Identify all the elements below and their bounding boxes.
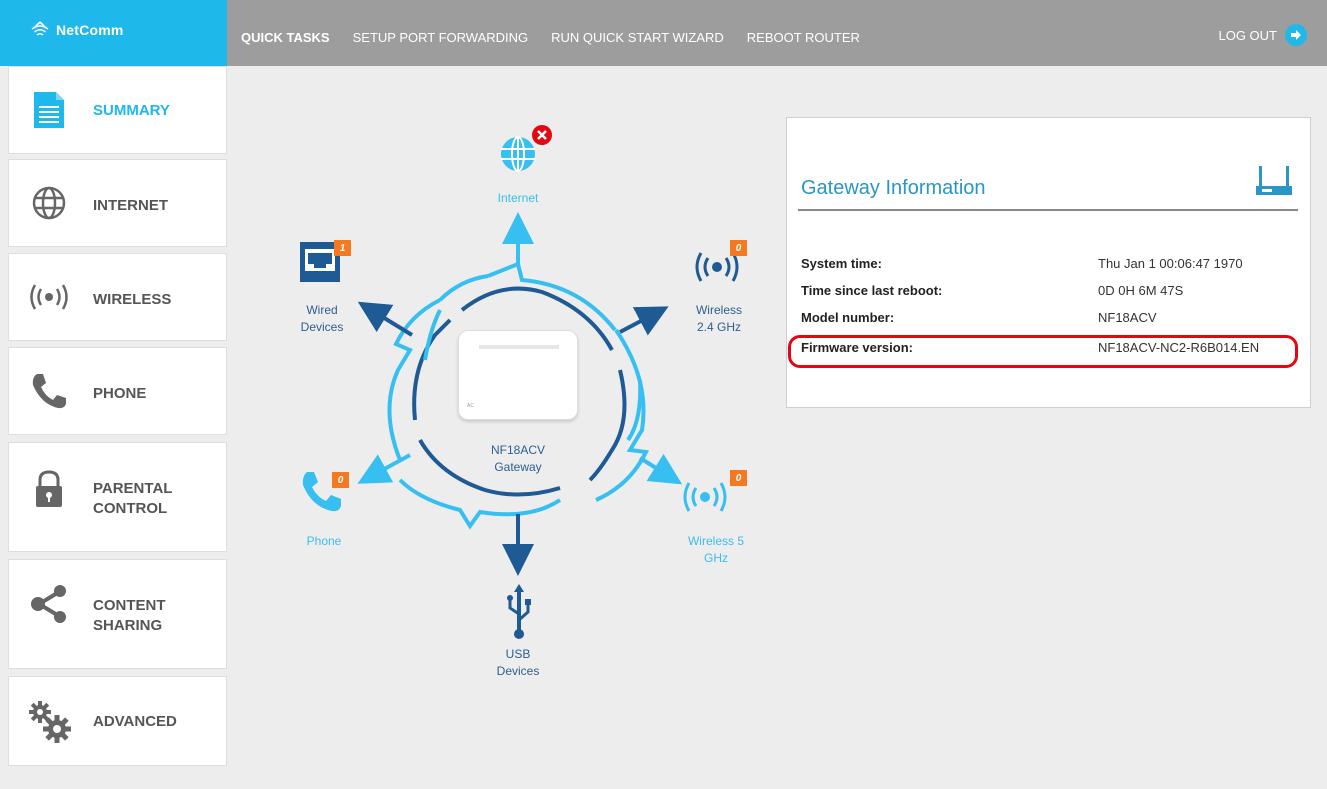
gears-icon — [25, 697, 73, 745]
wired-devices-label: Wired Devices — [300, 303, 344, 334]
sidebar-item-label: INTERNET — [93, 197, 168, 214]
phone-count-badge: 0 — [332, 472, 349, 488]
internet-label: Internet — [497, 191, 539, 205]
sidebar-item-label: SUMMARY — [93, 102, 170, 119]
logout-label: LOG OUT — [1218, 27, 1277, 43]
top-bar: NetComm QUICK TASKS SETUP PORT FORWARDIN… — [0, 0, 1327, 66]
reboot-router-link[interactable]: REBOOT ROUTER — [747, 30, 860, 45]
usb-icon[interactable] — [504, 582, 534, 647]
lock-icon — [25, 465, 73, 513]
netcomm-logo[interactable]: NetComm — [0, 0, 227, 66]
sidebar-item-wireless[interactable]: WIRELESS — [8, 253, 227, 341]
quick-start-wizard-link[interactable]: RUN QUICK START WIZARD — [551, 30, 724, 45]
wireless-icon — [25, 273, 73, 321]
sidebar-item-summary[interactable]: SUMMARY — [8, 66, 227, 154]
network-diagram: AC NF18ACV Gateway Internet 1 Wired Device… — [260, 80, 780, 720]
logout-button[interactable]: LOG OUT — [1218, 24, 1307, 46]
sidebar-item-label: CONTENT SHARING — [93, 597, 166, 634]
router-icon — [1254, 164, 1294, 203]
wireless-5-count-badge: 0 — [730, 470, 747, 486]
sidebar-item-phone[interactable]: PHONE — [8, 347, 227, 435]
sidebar-item-label: PHONE — [93, 385, 147, 402]
document-icon — [25, 86, 73, 134]
info-row-system-time: System time: Thu Jan 1 00:06:47 1970 — [801, 256, 1243, 271]
globe-icon — [25, 179, 73, 227]
phone-label: Phone — [306, 534, 342, 548]
firmware-highlight-outline — [788, 335, 1298, 368]
gateway-info-title: Gateway Information — [801, 177, 986, 199]
wired-count-badge: 1 — [334, 240, 351, 256]
sidebar-item-label: ADVANCED — [93, 713, 177, 730]
sidebar-item-label: PARENTAL CONTROL — [93, 480, 173, 517]
sidebar-item-label: WIRELESS — [93, 291, 172, 308]
wireless-5-label: Wireless 5 GHz — [687, 534, 744, 565]
error-badge-icon — [532, 125, 552, 145]
quick-tasks-link[interactable]: QUICK TASKS — [241, 30, 330, 45]
router-image: AC — [458, 330, 578, 420]
brand-name: NetComm — [56, 22, 124, 38]
port-forwarding-link[interactable]: SETUP PORT FORWARDING — [353, 30, 529, 45]
title-divider — [798, 209, 1298, 211]
top-nav: QUICK TASKS SETUP PORT FORWARDING RUN QU… — [241, 30, 860, 45]
info-row-model: Model number: NF18ACV — [801, 310, 1157, 325]
info-row-uptime: Time since last reboot: 0D 0H 6M 47S — [801, 283, 1184, 298]
logout-icon — [1285, 24, 1307, 46]
sidebar-item-internet[interactable]: INTERNET — [8, 159, 227, 247]
sidebar-item-content-sharing[interactable]: CONTENT SHARING — [8, 559, 227, 669]
share-icon — [25, 580, 73, 628]
sidebar-item-parental-control[interactable]: PARENTAL CONTROL — [8, 442, 227, 552]
wifi-logo-icon — [31, 21, 49, 36]
wireless-24-count-badge: 0 — [730, 240, 747, 256]
usb-devices-label: USB Devices — [496, 647, 540, 678]
wireless-5-icon[interactable] — [682, 480, 728, 519]
sidebar-item-advanced[interactable]: ADVANCED — [8, 676, 227, 766]
phone-icon — [25, 367, 73, 415]
gateway-label: NF18ACV Gateway — [490, 443, 546, 474]
wireless-24-label: Wireless 2.4 GHz — [695, 303, 742, 334]
